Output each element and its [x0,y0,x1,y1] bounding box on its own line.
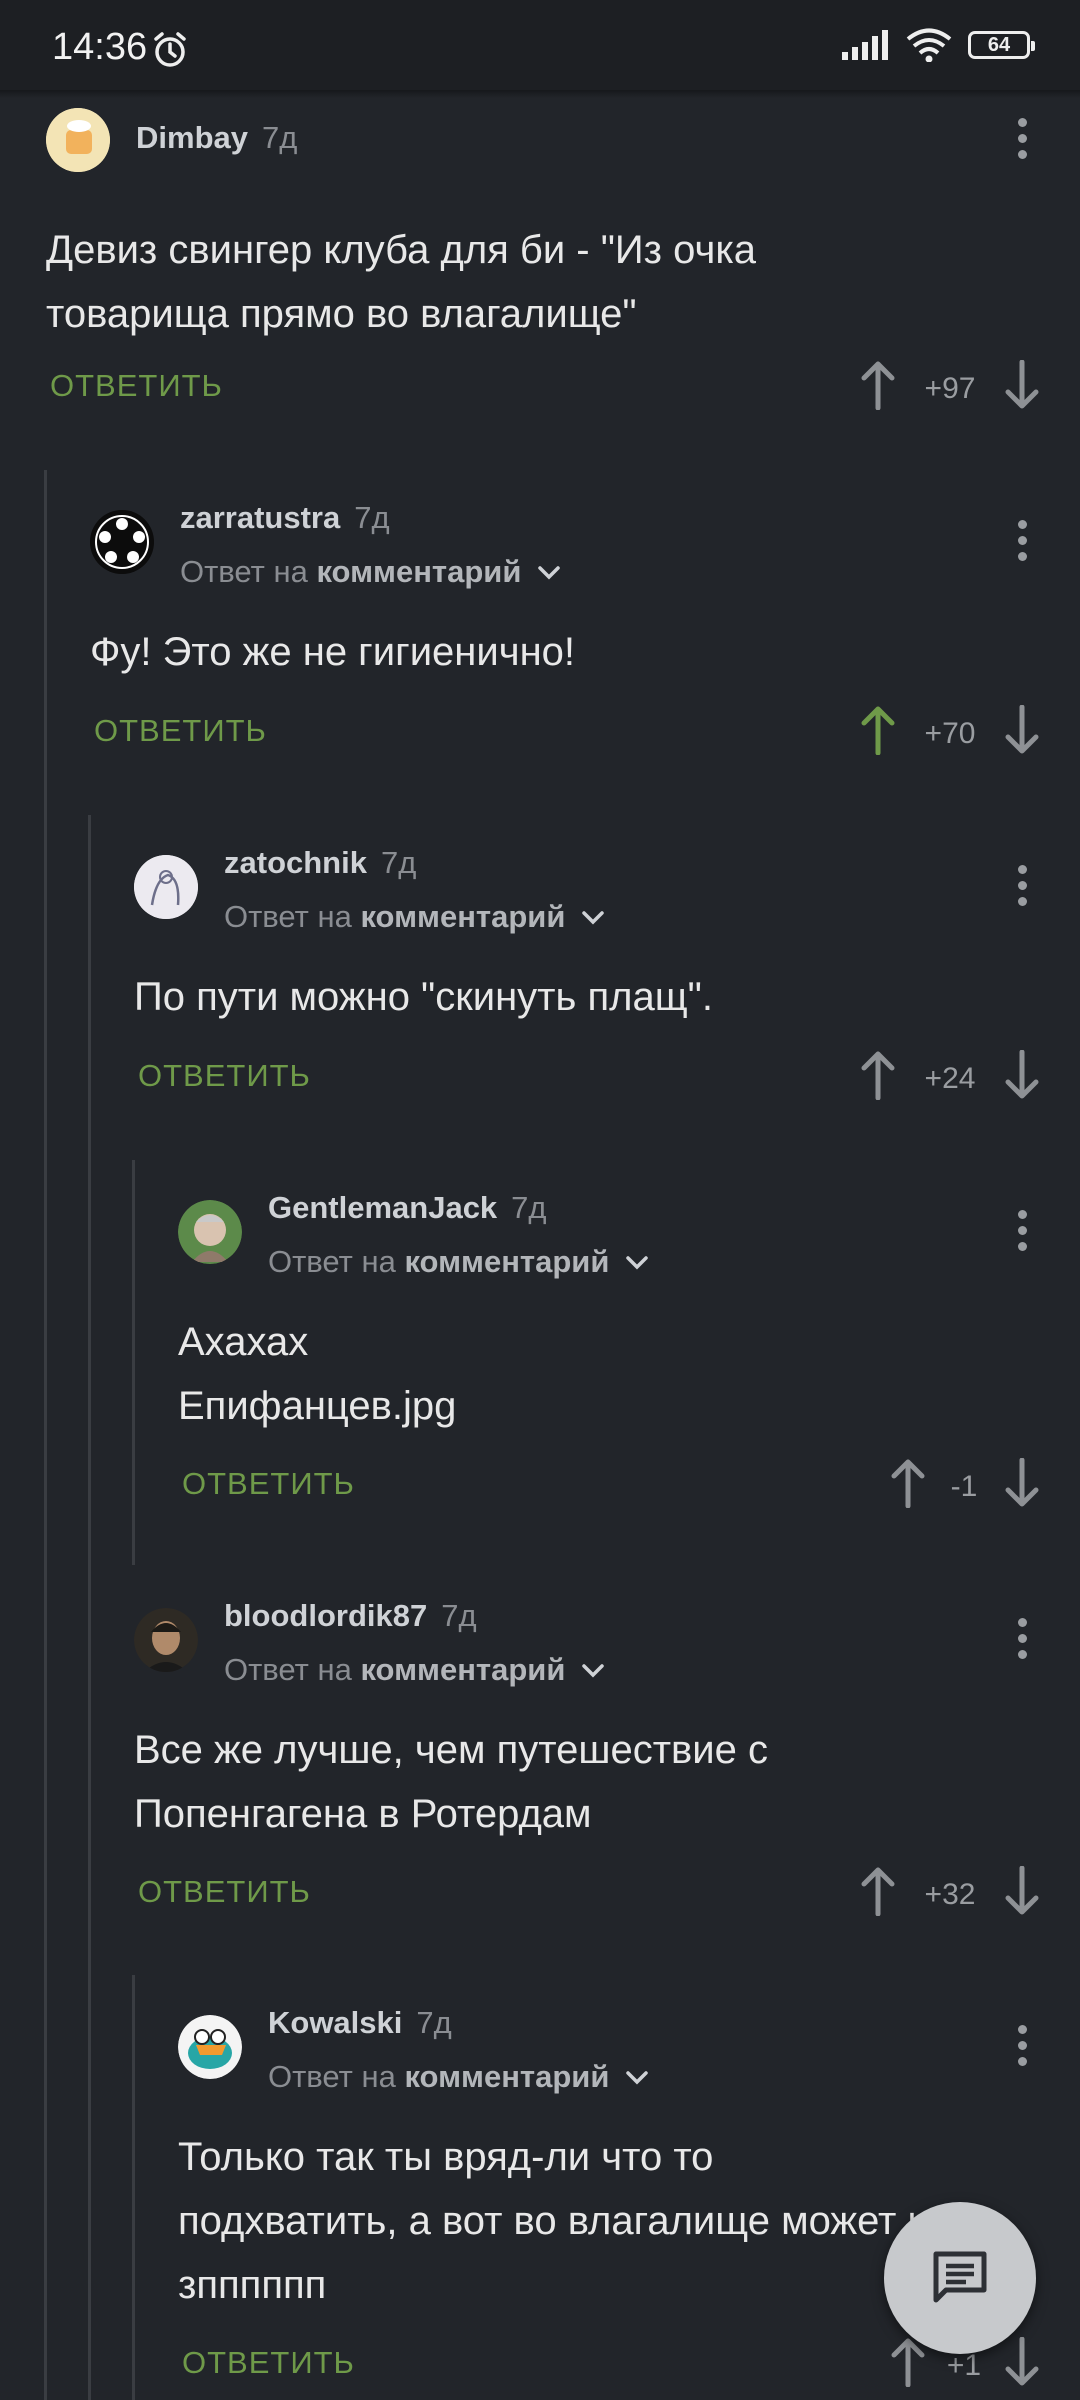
vote-controls: +70 [860,705,1040,765]
score: +24 [924,1062,976,1095]
reply-button[interactable]: ОТВЕТИТЬ [50,368,223,404]
downvote-icon[interactable] [1004,1866,1040,1916]
username[interactable]: Dimbay 7д [136,120,297,156]
score: +97 [924,372,976,405]
comment: zatochnik 7д Ответ на комментарий По пути… [0,825,1080,1145]
avatar[interactable] [134,1608,198,1672]
battery-level: 64 [987,33,1011,56]
upvote-icon[interactable] [860,1866,896,1916]
reply-to-link[interactable]: Ответ на комментарий [224,1652,606,1688]
reply-to-link[interactable]: Ответ на комментарий [224,899,606,935]
more-options-icon[interactable] [1017,865,1027,915]
reply-button[interactable]: ОТВЕТИТЬ [182,2345,355,2381]
reply-button[interactable]: ОТВЕТИТЬ [138,1874,311,1910]
chevron-down-icon [626,2071,648,2085]
comment-icon [933,2251,987,2303]
clock: 14:36 [52,26,148,68]
comment-age: 7д [380,845,417,880]
chevron-down-icon [582,1664,604,1678]
score: +70 [924,717,976,750]
comment-text: Ахахах Епифанцев.jpg [178,1320,457,1428]
upvote-icon[interactable] [860,360,896,410]
more-options-icon[interactable] [1017,1210,1027,1260]
comment-text: Все же лучше, чем путешествие с Попенгаг… [134,1728,768,1836]
comment: Dimbay 7д Девиз свингер клуба для би - "И… [0,100,1080,440]
score: -1 [950,1470,978,1503]
avatar[interactable] [178,1200,242,1264]
comment-age: 7д [416,2005,452,2040]
score: +1 [946,2349,982,2382]
comment-text: По пути можно "скинуть плащ". [134,975,713,1019]
vote-controls: -1 [890,1458,1040,1518]
avatar[interactable] [178,2015,242,2079]
reply-to-link[interactable]: Ответ на комментарий [268,2059,650,2095]
reply-button[interactable]: ОТВЕТИТЬ [138,1058,311,1094]
upvote-icon[interactable] [890,2337,926,2387]
avatar[interactable] [90,510,154,574]
username[interactable]: Kowalski 7д [268,2005,452,2041]
downvote-icon[interactable] [1004,360,1040,410]
downvote-icon[interactable] [1004,1050,1040,1100]
comment: GentlemanJack 7д Ответ на комментарий Аха… [0,1170,1080,1550]
comment-text: Девиз свингер клуба для би - "Из очка то… [46,228,756,336]
battery-icon: 64 [968,31,1035,59]
downvote-icon[interactable] [1004,1458,1040,1508]
score: +32 [924,1878,976,1911]
comment-age: 7д [261,120,298,155]
reply-button[interactable]: ОТВЕТИТЬ [94,713,267,749]
vote-controls: +97 [860,360,1040,420]
downvote-icon[interactable] [1004,2337,1040,2387]
downvote-icon[interactable] [1004,705,1040,755]
username[interactable]: GentlemanJack 7д [268,1190,547,1226]
comment: bloodlordik87 7д Ответ на комментарий Все… [0,1578,1080,1958]
chevron-down-icon [582,911,604,925]
status-bar: 14:36 64 [0,0,1080,90]
avatar[interactable] [46,108,110,172]
avatar[interactable] [134,855,198,919]
reply-button[interactable]: ОТВЕТИТЬ [182,1466,355,1502]
signal-icon [842,30,888,60]
wifi-icon [906,28,952,62]
username[interactable]: zarratustra 7д [180,500,390,536]
chevron-down-icon [538,566,560,580]
header-shadow [0,90,1080,98]
more-options-icon[interactable] [1017,118,1027,168]
username[interactable]: bloodlordik87 7д [224,1598,477,1634]
vote-controls: +32 [860,1866,1040,1926]
reply-to-link[interactable]: Ответ на комментарий [180,554,562,590]
upvote-icon[interactable] [860,705,896,755]
comment-text: Фу! Это же не гигиенично! [90,630,576,674]
comment-age: 7д [354,500,390,535]
comments-fab-button[interactable] [884,2202,1036,2354]
reply-to-link[interactable]: Ответ на комментарий [268,1244,650,1280]
upvote-icon[interactable] [890,1458,926,1508]
comment: zarratustra 7д Ответ на комментарий Фу! Э… [0,480,1080,800]
username[interactable]: zatochnik 7д [224,845,416,881]
vote-controls: +24 [860,1050,1040,1110]
more-options-icon[interactable] [1017,520,1027,570]
more-options-icon[interactable] [1017,2025,1027,2075]
chevron-down-icon [626,1256,648,1270]
upvote-icon[interactable] [860,1050,896,1100]
comment-age: 7д [511,1190,547,1225]
comment-age: 7д [441,1598,477,1633]
alarm-icon [154,32,186,67]
more-options-icon[interactable] [1017,1618,1027,1668]
